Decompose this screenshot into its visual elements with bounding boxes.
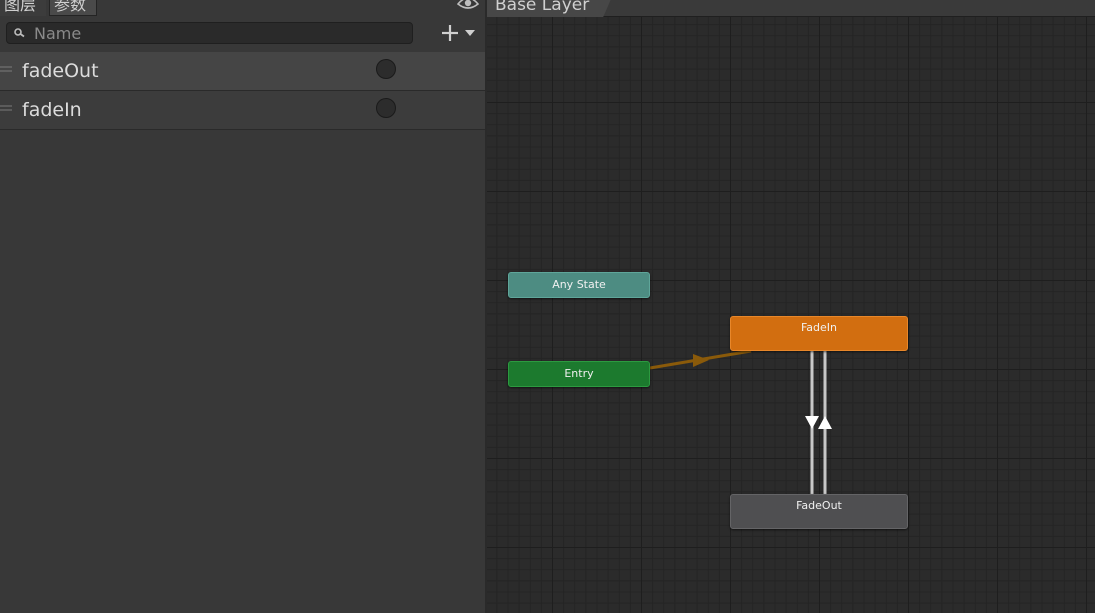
search-icon [14,28,25,38]
state-machine-graph[interactable]: Any State Entry FadeIn FadeOut [487,0,1095,613]
state-fadeout[interactable]: FadeOut [730,494,908,529]
trigger-toggle[interactable] [376,59,396,79]
panel-tab-strip: 图层 参数 [0,0,485,17]
trigger-toggle[interactable] [376,98,396,118]
search-field[interactable] [6,22,413,44]
dropdown-arrow-icon [465,30,475,36]
parameter-name: fadeIn [22,99,82,121]
parameter-list: fadeOut fadeIn [0,52,485,130]
breadcrumb-base-layer[interactable]: Base Layer [487,0,613,17]
parameter-row-fadein[interactable]: fadeIn [0,91,485,130]
entry-transition-arrow [693,354,709,367]
add-parameter-button[interactable] [436,20,480,46]
add-icon [442,25,458,41]
parameter-name: fadeOut [22,60,99,82]
state-any-state[interactable]: Any State [508,272,650,298]
tab-parameters[interactable]: 参数 [49,0,97,16]
parameters-panel: 图层 参数 fadeOut [0,0,485,613]
state-entry[interactable]: Entry [508,361,650,387]
transition-down-arrow [805,416,819,429]
state-fadein[interactable]: FadeIn [730,316,908,351]
breadcrumb-bar: Base Layer [487,0,1095,17]
tab-layers[interactable]: 图层 [0,0,46,16]
drag-handle-icon[interactable] [0,66,12,72]
parameters-toolbar [0,18,485,48]
transition-up-arrow [818,416,832,429]
drag-handle-icon[interactable] [0,105,12,111]
eye-icon[interactable] [457,0,479,10]
search-input[interactable] [34,23,404,43]
parameter-row-fadeout[interactable]: fadeOut [0,52,485,91]
